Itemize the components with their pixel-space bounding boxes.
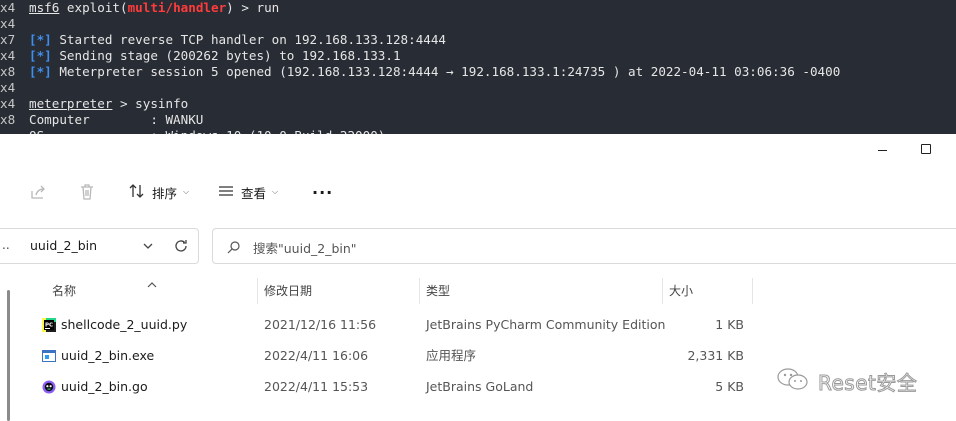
terminal-line-text: meterpreter > sysinfo — [29, 96, 188, 112]
column-divider[interactable] — [662, 278, 663, 304]
chevron-down-icon: ⌵ — [272, 187, 279, 196]
breadcrumb-current[interactable]: uuid_2_bin — [30, 238, 97, 253]
sort-icon — [128, 182, 146, 203]
sort-label: 排序 — [152, 185, 178, 201]
terminal-text-segment: msf6 — [29, 0, 60, 15]
watermark: Reset安全 — [776, 366, 917, 396]
column-divider[interactable] — [752, 278, 753, 304]
sort-button[interactable]: 排序 ⌵ — [128, 180, 189, 204]
terminal-text-segment: Sending stage (200262 bytes) to 192.168.… — [51, 48, 401, 63]
wechat-icon — [776, 366, 810, 396]
trash-icon[interactable] — [77, 182, 97, 202]
terminal-text-segment: ) > run — [226, 0, 280, 15]
terminal-text-segment: multi/handler — [127, 0, 227, 15]
terminal-gutter: x8 — [0, 112, 16, 127]
file-row[interactable]: uuid_2_bin.exe 2022/4/11 16:06 应用程序 2,33… — [30, 340, 750, 371]
file-modified: 2021/12/16 11:56 — [264, 317, 377, 332]
file-row[interactable]: PC shellcode_2_uuid.py 2021/12/16 11:56 … — [30, 309, 750, 340]
svg-text:PC: PC — [45, 323, 53, 329]
file-list: 名称 修改日期 类型 大小 PC shellcode_2_uuid.py 202… — [0, 270, 956, 421]
file-modified: 2022/4/11 15:53 — [264, 379, 369, 394]
file-row[interactable]: uuid_2_bin.go 2022/4/11 15:53 JetBrains … — [30, 371, 750, 402]
goland-icon — [42, 379, 56, 394]
terminal-gutter: x8 — [0, 64, 16, 79]
terminal-text-segment: Started reverse TCP handler on 192.168.1… — [51, 32, 447, 47]
search-placeholder: 搜索"uuid_2_bin" — [253, 241, 357, 256]
terminal-text-segment: > sysinfo — [112, 96, 189, 111]
column-divider[interactable] — [419, 278, 420, 304]
column-divider[interactable] — [257, 278, 258, 304]
more-options-button[interactable]: ··· — [312, 180, 333, 204]
terminal-text-segment: Computer : WANKU — [29, 112, 204, 127]
file-name: uuid_2_bin.go — [61, 379, 148, 394]
terminal-gutter: x4 — [0, 16, 16, 31]
file-type: JetBrains GoLand — [426, 379, 534, 394]
terminal-text-segment: [*] — [29, 32, 52, 47]
title-bar — [0, 134, 956, 166]
terminal-text-segment: Meterpreter session 5 opened (192.168.13… — [51, 64, 841, 79]
maximize-button[interactable] — [917, 140, 937, 160]
file-name: shellcode_2_uuid.py — [61, 317, 188, 332]
terminal-line-text: [*] Started reverse TCP handler on 192.1… — [29, 32, 446, 48]
breadcrumb-prefix[interactable]: .. — [2, 238, 10, 252]
view-list-icon — [217, 182, 235, 203]
file-size: 1 KB — [715, 317, 744, 332]
terminal-gutter: x7 — [0, 32, 16, 47]
view-label: 查看 — [241, 185, 267, 201]
terminal-gutter: x4 — [0, 80, 16, 95]
refresh-icon[interactable] — [173, 238, 189, 254]
column-header-size[interactable]: 大小 — [669, 278, 693, 304]
search-icon — [227, 239, 241, 254]
chevron-down-icon[interactable] — [140, 238, 156, 254]
terminal-line-text: [*] Meterpreter session 5 opened (192.16… — [29, 64, 840, 80]
file-name: uuid_2_bin.exe — [61, 348, 155, 363]
share-icon[interactable] — [28, 182, 48, 202]
column-header-name[interactable]: 名称 — [52, 278, 76, 304]
address-bar[interactable]: .. uuid_2_bin — [0, 228, 199, 264]
terminal-text-segment: exploit( — [59, 0, 128, 15]
terminal-line-text: Computer : WANKU — [29, 112, 203, 128]
pycharm-icon: PC — [42, 317, 56, 332]
command-bar: 排序 ⌵ 查看 ⌵ ··· — [0, 166, 956, 216]
navigation-row: .. uuid_2_bin 搜索"uuid_2_bin" — [0, 224, 956, 270]
search-input[interactable]: 搜索"uuid_2_bin" — [212, 228, 956, 264]
view-button[interactable]: 查看 ⌵ — [217, 180, 278, 204]
terminal-gutter: x4 — [0, 48, 16, 63]
terminal-window[interactable]: x4 msf6 exploit(multi/handler) > run x4 x7[… — [0, 0, 956, 134]
file-type: 应用程序 — [426, 348, 477, 363]
chevron-down-icon: ⌵ — [183, 187, 190, 196]
terminal-text-segment: [*] — [29, 48, 52, 63]
watermark-text: Reset安全 — [817, 370, 918, 395]
column-header-modified[interactable]: 修改日期 — [264, 278, 312, 304]
file-type: JetBrains PyCharm Community Edition — [426, 317, 666, 332]
terminal-line-text: [*] Sending stage (200262 bytes) to 192.… — [29, 48, 401, 64]
terminal-gutter: x4 — [0, 0, 16, 15]
column-header-type[interactable]: 类型 — [426, 278, 450, 304]
file-modified: 2022/4/11 16:06 — [264, 348, 369, 363]
terminal-line-text: msf6 exploit(multi/handler) > run — [29, 0, 279, 16]
vertical-scrollbar[interactable] — [7, 290, 10, 421]
sort-ascending-icon — [146, 274, 158, 288]
terminal-text-segment: [*] — [29, 64, 52, 79]
file-size: 2,331 KB — [687, 348, 744, 363]
minimize-button[interactable] — [872, 140, 892, 160]
terminal-text-segment: meterpreter — [29, 96, 113, 111]
terminal-gutter: x4 — [0, 96, 16, 111]
exe-icon — [42, 348, 56, 362]
file-size: 5 KB — [715, 379, 744, 394]
